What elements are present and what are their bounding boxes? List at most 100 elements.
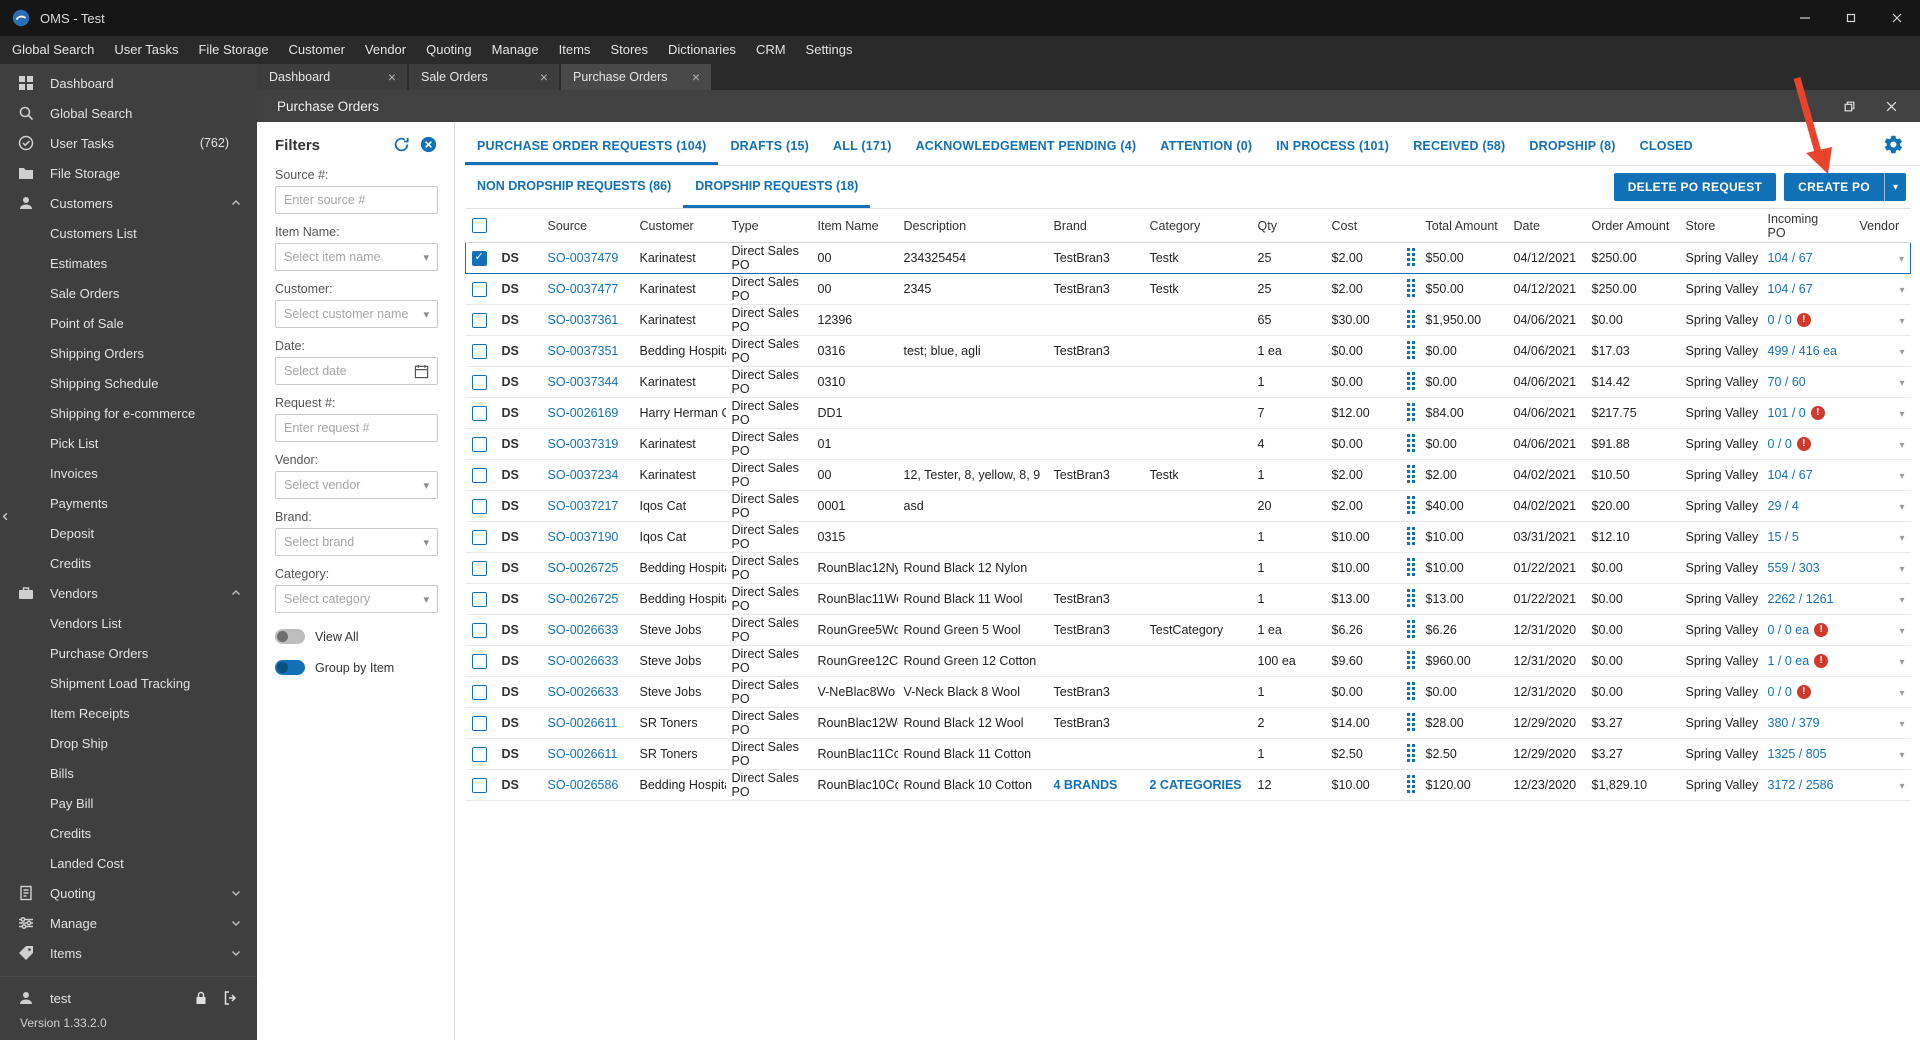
grip-icon[interactable] [1406, 774, 1416, 794]
vendor-cell[interactable]: ▾ [1853, 614, 1911, 646]
source-link[interactable]: SO-0026633 [548, 654, 619, 668]
source-link[interactable]: SO-0037319 [548, 437, 619, 451]
filter-input-request[interactable]: Enter request # [275, 414, 438, 442]
vendor-cell[interactable]: ▾ [1853, 707, 1911, 739]
col-header-desc[interactable]: Description [897, 208, 1048, 243]
col-header-store[interactable]: Store [1679, 208, 1762, 243]
row-checkbox[interactable] [471, 467, 487, 483]
vendor-cell[interactable]: ▾ [1853, 769, 1911, 801]
vendor-cell[interactable]: ▾ [1853, 397, 1911, 429]
incoming-po-link[interactable]: 499 / 416 ea [1768, 344, 1838, 358]
vendor-cell[interactable]: ▾ [1853, 521, 1911, 553]
sidebar-item-invoices[interactable]: Invoices [0, 458, 257, 488]
po-request-row[interactable]: DS SO-0037351 Bedding HospitaliDirect Sale… [465, 335, 1911, 367]
status-tab-all-171[interactable]: ALL (171) [821, 139, 904, 165]
col-header-incoming[interactable]: Incoming PO [1761, 208, 1854, 243]
sidebar-item-items[interactable]: Items [0, 938, 257, 968]
po-request-row[interactable]: DS SO-0037319 Karinatest Direct Sales PO 01 4… [465, 428, 1911, 460]
sidebar-item-quoting[interactable]: Quoting [0, 878, 257, 908]
po-request-row[interactable]: DS SO-0026725 Bedding HospitaliDirect Sale… [465, 552, 1911, 584]
sidebar-item-shipment-load-tracking[interactable]: Shipment Load Tracking [0, 668, 257, 698]
lock-icon[interactable] [191, 988, 211, 1008]
category-cell[interactable]: 2 CATEGORIES [1143, 769, 1252, 801]
status-tab-drafts-15[interactable]: DRAFTS (15) [718, 139, 821, 165]
maximize-button[interactable] [1828, 0, 1874, 36]
col-header-total[interactable]: Total Amount [1419, 208, 1508, 243]
sidebar-item-manage[interactable]: Manage [0, 908, 257, 938]
filter-input-category[interactable]: Select category ▾ [275, 585, 438, 613]
source-link[interactable]: SO-0037361 [548, 313, 619, 327]
status-tab-received-58[interactable]: RECEIVED (58) [1401, 139, 1517, 165]
po-request-row[interactable]: DS SO-0026169 Harry Herman CoDirect Sales … [465, 397, 1911, 429]
incoming-po-link[interactable]: 29 / 4 [1768, 499, 1799, 513]
row-checkbox[interactable] [471, 715, 487, 731]
incoming-po-link[interactable]: 104 / 67 [1768, 468, 1813, 482]
sidebar-item-file-storage[interactable]: File Storage [0, 158, 257, 188]
row-checkbox[interactable] [471, 591, 487, 607]
incoming-po-link[interactable]: 3172 / 2586 [1768, 778, 1834, 792]
menu-file-storage[interactable]: File Storage [188, 36, 278, 64]
row-checkbox[interactable] [471, 653, 487, 669]
row-checkbox[interactable] [471, 405, 487, 421]
po-request-row[interactable]: DS SO-0037217 Iqos Cat Direct Sales PO 0001 a… [465, 490, 1911, 522]
grip-icon[interactable] [1406, 557, 1416, 577]
source-link[interactable]: SO-0026611 [548, 716, 618, 730]
incoming-po-link[interactable]: 0 / 0 [1768, 685, 1792, 699]
brands-link[interactable]: 4 BRANDS [1054, 778, 1118, 792]
po-request-row[interactable]: DSSO-0037479KarinatestDirect Sales PO002… [465, 242, 1911, 274]
sign-out-icon[interactable] [221, 988, 241, 1008]
source-link[interactable]: SO-0026633 [548, 685, 619, 699]
po-request-row[interactable]: DS SO-0026586 Bedding HospitaliDirect Sale… [465, 769, 1911, 801]
clear-filters-icon[interactable] [420, 136, 438, 154]
close-button[interactable] [1874, 0, 1920, 36]
delete-po-request-button[interactable]: DELETE PO REQUEST [1613, 173, 1777, 201]
col-header-item[interactable]: Item Name [811, 208, 898, 243]
source-link[interactable]: SO-0026633 [548, 623, 619, 637]
vendor-cell[interactable]: ▾ [1853, 645, 1911, 677]
menu-crm[interactable]: CRM [746, 36, 796, 64]
menu-stores[interactable]: Stores [600, 36, 658, 64]
sidebar-item-item-receipts[interactable]: Item Receipts [0, 698, 257, 728]
source-link[interactable]: SO-0037479 [548, 251, 619, 265]
grip-icon[interactable] [1406, 371, 1416, 391]
sidebar-item-pay-bill[interactable]: Pay Bill [0, 788, 257, 818]
vendor-cell[interactable]: ▾ [1853, 242, 1911, 274]
refresh-filters-icon[interactable] [393, 136, 411, 154]
subtab-non-dropship-requests-86[interactable]: NON DROPSHIP REQUESTS (86) [465, 166, 683, 208]
row-checkbox[interactable] [471, 343, 487, 359]
menu-customer[interactable]: Customer [279, 36, 355, 64]
sidebar-item-payments[interactable]: Payments [0, 488, 257, 518]
row-checkbox[interactable] [471, 529, 487, 545]
grip-icon[interactable] [1406, 340, 1416, 360]
incoming-po-link[interactable]: 104 / 67 [1768, 282, 1813, 296]
menu-items[interactable]: Items [549, 36, 601, 64]
sidebar-item-sale-orders[interactable]: Sale Orders [0, 278, 257, 308]
row-checkbox[interactable] [471, 498, 487, 514]
status-tab-in-process-101[interactable]: IN PROCESS (101) [1264, 139, 1401, 165]
source-link[interactable]: SO-0037217 [548, 499, 619, 513]
status-tab-closed[interactable]: CLOSED [1628, 139, 1705, 165]
col-header-cost[interactable]: Cost [1325, 208, 1400, 243]
grip-icon[interactable] [1406, 464, 1416, 484]
sidebar-item-purchase-orders[interactable]: Purchase Orders [0, 638, 257, 668]
col-header-order[interactable]: Order Amount [1585, 208, 1680, 243]
po-request-row[interactable]: DS SO-0026725 Bedding HospitaliDirect Sale… [465, 583, 1911, 615]
vendor-cell[interactable]: ▾ [1853, 490, 1911, 522]
incoming-po-link[interactable]: 70 / 60 [1768, 375, 1806, 389]
incoming-po-link[interactable]: 15 / 5 [1768, 530, 1799, 544]
toggle-view-all[interactable] [275, 629, 305, 644]
po-request-row[interactable]: DS SO-0026611 SR Toners Direct Sales PO Roun… [465, 738, 1911, 770]
sidebar-item-vendors[interactable]: Vendors [0, 578, 257, 608]
grip-icon[interactable] [1406, 495, 1416, 515]
incoming-po-link[interactable]: 2262 / 1261 [1768, 592, 1834, 606]
sidebar-item-dashboard[interactable]: Dashboard [0, 68, 257, 98]
menu-user-tasks[interactable]: User Tasks [104, 36, 188, 64]
minimize-button[interactable] [1782, 0, 1828, 36]
source-link[interactable]: SO-0037190 [548, 530, 619, 544]
col-header-date[interactable]: Date [1507, 208, 1586, 243]
sidebar-item-user-tasks[interactable]: User Tasks (762) [0, 128, 257, 158]
row-checkbox[interactable] [471, 746, 487, 762]
sidebar-item-shipping-for-e-commerce[interactable]: Shipping for e-commerce [0, 398, 257, 428]
sidebar-item-global-search[interactable]: Global Search [0, 98, 257, 128]
grip-icon[interactable] [1406, 402, 1416, 422]
